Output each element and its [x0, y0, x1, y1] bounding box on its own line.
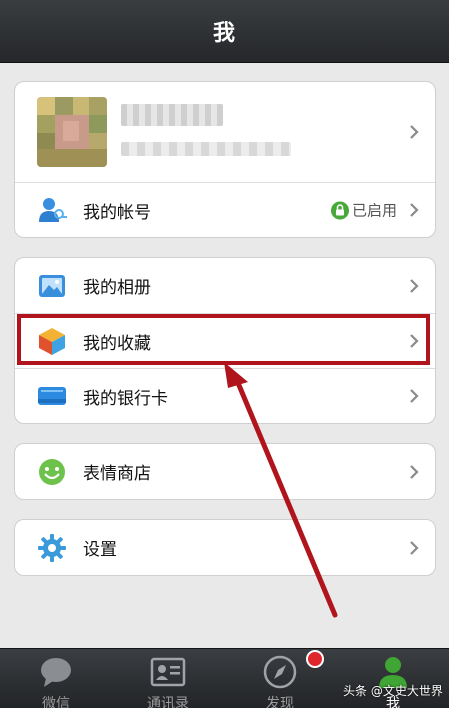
watermark: 头条 @文史大世界	[343, 684, 443, 698]
avatar[interactable]	[37, 97, 107, 167]
tab-contacts-label: 通讯录	[147, 696, 189, 708]
tab-chats[interactable]: 微信	[0, 649, 112, 708]
bottom-tab-bar: 微信 通讯录 发现 我	[0, 648, 449, 708]
chat-bubble-icon	[41, 658, 71, 687]
profile-row[interactable]	[15, 82, 435, 182]
page-title: 我	[212, 21, 236, 46]
wechat-id-blurred	[121, 142, 291, 156]
my-bank-card-label: 我的银行卡	[83, 388, 168, 409]
settings-row[interactable]: 设置	[15, 520, 435, 575]
settings-card: 设置	[14, 519, 436, 576]
compass-icon	[263, 655, 297, 689]
tab-contacts[interactable]: 通讯录	[112, 649, 224, 708]
bank-card-icon	[38, 387, 66, 405]
my-account-row[interactable]: 我的帐号 已启用	[15, 182, 435, 237]
nickname-blurred	[121, 104, 223, 126]
my-account-label: 我的帐号	[83, 202, 151, 223]
personal-items-card: 我的相册 我的收藏 我的银行卡	[14, 257, 436, 424]
sticker-store-label: 表情商店	[83, 464, 151, 484]
title-bar: 我	[0, 0, 449, 63]
my-album-row[interactable]: 我的相册	[15, 258, 435, 313]
sticker-store-card: 表情商店	[14, 443, 436, 500]
account-person-key-icon	[39, 198, 67, 222]
sticker-store-row[interactable]: 表情商店	[15, 444, 435, 499]
my-album-label: 我的相册	[83, 278, 151, 298]
my-favorites-row[interactable]: 我的收藏	[15, 313, 435, 368]
chevron-right-icon	[410, 540, 419, 555]
account-status-text: 已启用	[351, 201, 397, 220]
contacts-card-icon	[150, 657, 186, 687]
chevron-right-icon	[410, 334, 419, 348]
chevron-right-icon	[410, 278, 419, 293]
photo-album-icon	[39, 274, 65, 297]
chevron-right-icon	[410, 464, 419, 479]
discover-notification-badge	[306, 650, 324, 668]
tab-chats-label: 微信	[42, 696, 70, 708]
profile-card: 我的帐号 已启用	[14, 81, 436, 238]
my-bank-card-row[interactable]: 我的银行卡	[15, 368, 435, 423]
tab-me[interactable]: 我	[337, 649, 449, 708]
gear-icon	[38, 533, 66, 562]
tab-discover-label: 发现	[266, 696, 294, 708]
chevron-right-icon	[410, 389, 419, 403]
favorites-cube-icon	[39, 328, 65, 355]
smiley-face-icon	[39, 458, 65, 485]
chevron-right-icon	[410, 203, 419, 217]
chevron-right-icon	[410, 125, 419, 139]
settings-label: 设置	[83, 540, 117, 560]
account-status: 已启用	[330, 200, 397, 221]
my-favorites-label: 我的收藏	[83, 333, 151, 354]
lock-icon	[330, 201, 349, 219]
